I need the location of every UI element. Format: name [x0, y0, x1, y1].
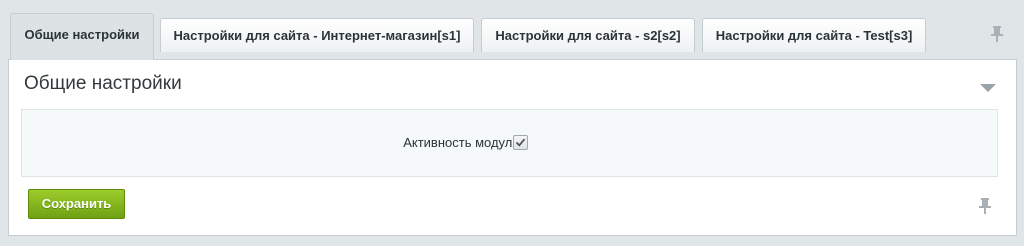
module-active-row: Активность модуля: — [22, 133, 997, 153]
pin-icon[interactable] — [990, 25, 1004, 43]
settings-panel: Общие настройки Активность модуля: Сохра… — [8, 59, 1017, 236]
save-button[interactable]: Сохранить — [28, 189, 125, 219]
tab-site-s3[interactable]: Настройки для сайта - Test[s3] — [702, 18, 926, 52]
module-active-checkbox[interactable] — [513, 135, 528, 150]
panel-title: Общие настройки — [24, 73, 182, 94]
checkmark-icon — [515, 138, 526, 147]
tab-bar: Общие настройки Настройки для сайта - Ин… — [0, 0, 1024, 60]
tab-general-settings[interactable]: Общие настройки — [10, 13, 154, 60]
pin-icon[interactable] — [978, 197, 992, 215]
tab-site-s2[interactable]: Настройки для сайта - s2[s2] — [481, 18, 695, 52]
settings-section: Активность модуля: — [21, 109, 998, 177]
module-active-label: Активность модуля: — [403, 135, 523, 150]
collapse-arrow-icon[interactable] — [980, 84, 996, 92]
tab-site-s1[interactable]: Настройки для сайта - Интернет-магазин[s… — [160, 18, 474, 52]
